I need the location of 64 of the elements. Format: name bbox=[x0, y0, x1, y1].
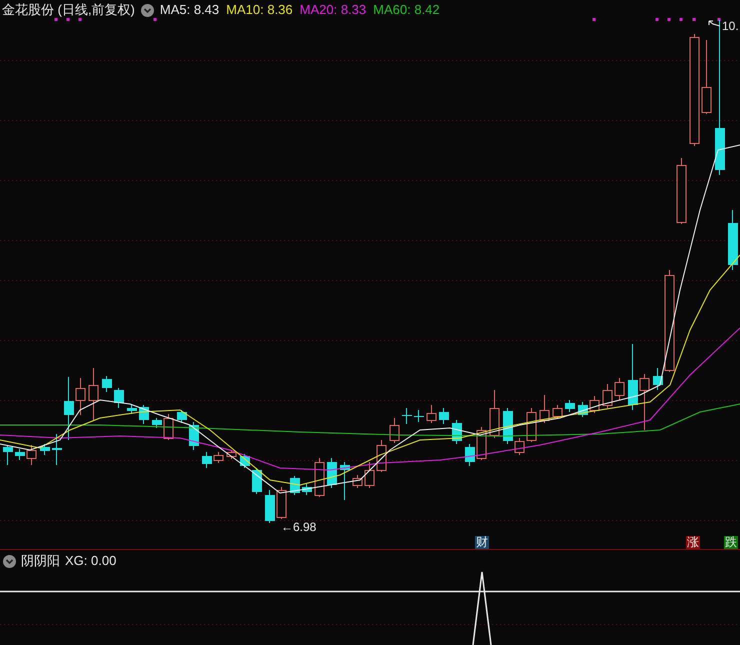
candlestick bbox=[414, 410, 424, 422]
moving-average-label: MA5: 8.43 bbox=[160, 1, 220, 19]
candlestick bbox=[214, 452, 224, 464]
candlestick bbox=[526, 408, 536, 442]
candlestick bbox=[40, 444, 50, 456]
candlestick bbox=[514, 438, 524, 456]
candlestick bbox=[114, 388, 124, 408]
candlestick bbox=[64, 376, 74, 440]
high-price-label: 10. bbox=[722, 19, 739, 33]
candlestick bbox=[540, 394, 550, 424]
candlestick bbox=[240, 454, 250, 468]
arrow-icon bbox=[708, 20, 721, 28]
moving-average-label: MA10: 8.36 bbox=[226, 1, 293, 19]
candlestick bbox=[202, 452, 212, 468]
candlestick bbox=[164, 414, 174, 440]
indicator-title: 阴阴阳 bbox=[21, 552, 60, 570]
candlestick bbox=[102, 376, 112, 392]
dropdown-icon[interactable] bbox=[140, 4, 154, 16]
candlestick bbox=[314, 458, 324, 498]
candlestick bbox=[439, 408, 449, 424]
candlestick bbox=[127, 404, 137, 414]
candlestick bbox=[402, 408, 412, 424]
event-marker[interactable]: 涨 bbox=[686, 536, 700, 549]
candlestick bbox=[352, 474, 362, 488]
candlestick bbox=[640, 374, 650, 430]
stock-title: 金花股份 (日线,前复权) bbox=[2, 1, 135, 19]
candlestick bbox=[226, 450, 236, 460]
candlestick bbox=[614, 378, 624, 400]
event-marker[interactable]: 财 bbox=[475, 536, 489, 549]
candlestick bbox=[276, 486, 286, 520]
candlestick bbox=[26, 444, 36, 466]
candlestick bbox=[628, 344, 638, 410]
candlestick bbox=[340, 462, 350, 500]
candlestick bbox=[252, 468, 262, 494]
candlestick bbox=[265, 490, 275, 524]
candlestick bbox=[177, 410, 187, 424]
candlestick bbox=[76, 378, 86, 416]
candlestick bbox=[676, 158, 686, 224]
candlestick bbox=[3, 444, 13, 466]
candlestick bbox=[602, 384, 612, 408]
candlestick bbox=[15, 448, 25, 460]
candlestick bbox=[152, 418, 162, 428]
candlestick bbox=[426, 404, 436, 424]
candlestick bbox=[376, 440, 386, 472]
candlestick bbox=[565, 400, 575, 412]
candlestick bbox=[390, 418, 400, 444]
moving-average-label: MA60: 8.42 bbox=[373, 1, 440, 19]
candlestick bbox=[465, 444, 475, 466]
candlestick bbox=[490, 390, 500, 438]
candlestick bbox=[139, 404, 149, 424]
candlestick bbox=[653, 368, 663, 390]
dropdown-icon[interactable] bbox=[3, 554, 16, 568]
candlestick bbox=[728, 210, 738, 270]
candlestick bbox=[364, 462, 374, 488]
event-marker[interactable]: 跌 bbox=[724, 536, 738, 549]
indicator-value: XG: 0.00 bbox=[65, 552, 116, 570]
candlestick bbox=[578, 402, 588, 418]
candlestick bbox=[590, 396, 600, 414]
candlestick bbox=[52, 434, 62, 466]
candlestick bbox=[302, 484, 312, 496]
low-price-label: ←6.98 bbox=[281, 520, 316, 534]
candlestick bbox=[88, 368, 98, 420]
candlestick bbox=[552, 404, 562, 420]
moving-average-label: MA20: 8.33 bbox=[300, 1, 366, 19]
